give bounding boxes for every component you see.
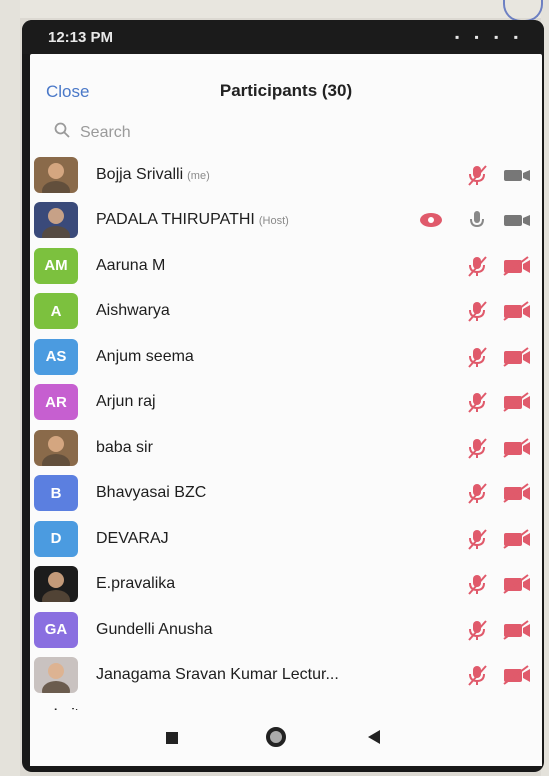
android-nav-bar bbox=[30, 710, 542, 766]
status-bar: 12:13 PM ▪ ▪ ▪ ▪ bbox=[22, 20, 544, 54]
participant-name: baba sir bbox=[96, 438, 153, 456]
mic-muted-icon bbox=[466, 345, 488, 369]
mic-muted-icon bbox=[466, 254, 488, 278]
photo-edge bbox=[0, 0, 549, 18]
participant-name: Anjum seema bbox=[96, 347, 194, 365]
mic-icon bbox=[466, 208, 488, 232]
search-field[interactable]: Search bbox=[54, 122, 131, 143]
participants-screen: Close Participants (30) Search Bojja Sri… bbox=[30, 54, 542, 766]
participant-name: Bhavyasai BZC bbox=[96, 484, 207, 502]
participant-row[interactable]: AS Anjum seema bbox=[30, 334, 542, 380]
participant-row[interactable]: baba sir bbox=[30, 425, 542, 471]
back-button[interactable] bbox=[368, 730, 380, 744]
share-screen-icon bbox=[418, 211, 444, 229]
avatar-photo bbox=[34, 657, 78, 694]
mic-muted-icon bbox=[466, 663, 488, 687]
avatar-photo bbox=[34, 202, 78, 239]
status-time: 12:13 PM bbox=[48, 28, 114, 46]
camera-off-icon bbox=[502, 664, 532, 686]
participant-row[interactable]: Bojja Srivalli (me) bbox=[30, 152, 542, 198]
mic-muted-icon bbox=[466, 299, 488, 323]
avatar-initials: A bbox=[34, 293, 78, 330]
mic-muted-icon bbox=[466, 163, 488, 187]
avatar-photo bbox=[34, 429, 78, 466]
camera-off-icon bbox=[502, 255, 532, 277]
camera-icon bbox=[502, 164, 532, 186]
camera-off-icon bbox=[502, 300, 532, 322]
recents-button[interactable] bbox=[166, 732, 178, 744]
camera-off-icon bbox=[502, 346, 532, 368]
mic-muted-icon bbox=[466, 436, 488, 460]
participant-name: Arjun raj bbox=[96, 393, 156, 411]
participant-tag: (Host) bbox=[258, 215, 289, 228]
participant-row[interactable]: AM Aaruna M bbox=[30, 243, 542, 289]
mic-muted-icon bbox=[466, 527, 488, 551]
mic-muted-icon bbox=[466, 390, 488, 414]
participant-tag: (me) bbox=[187, 169, 210, 182]
participant-row[interactable]: AR Arjun raj bbox=[30, 380, 542, 426]
avatar-initials: AS bbox=[34, 338, 78, 375]
participant-name: PADALA THIRUPATHI (Host) bbox=[96, 211, 289, 229]
avatar-photo bbox=[34, 566, 78, 603]
camera-icon bbox=[502, 209, 532, 231]
camera-off-icon bbox=[502, 573, 532, 595]
photo-edge bbox=[0, 0, 20, 776]
participant-row[interactable]: B Bhavyasai BZC bbox=[30, 471, 542, 517]
participant-name: Aaruna M bbox=[96, 256, 166, 274]
camera-off-icon bbox=[502, 437, 532, 459]
participant-name: DEVARAJ bbox=[96, 529, 169, 547]
avatar-photo bbox=[34, 156, 78, 193]
status-icons: ▪ ▪ ▪ ▪ bbox=[454, 30, 524, 44]
participant-row[interactable]: Janagama Sravan Kumar Lectur... bbox=[30, 653, 542, 699]
participant-name: E.pravalika bbox=[96, 575, 176, 593]
search-input[interactable]: Search bbox=[80, 124, 131, 142]
participant-name: Gundelli Anusha bbox=[96, 620, 213, 638]
participant-row[interactable]: PADALA THIRUPATHI (Host) bbox=[30, 198, 542, 244]
camera-off-icon bbox=[502, 619, 532, 641]
participant-name: Bojja Srivalli (me) bbox=[96, 165, 210, 183]
search-icon bbox=[54, 122, 70, 143]
avatar-initials: AM bbox=[34, 247, 78, 284]
avatar-initials: AR bbox=[34, 384, 78, 421]
page-title: Participants (30) bbox=[219, 81, 353, 100]
stamp-mark bbox=[503, 0, 543, 22]
header: Close Participants (30) Search bbox=[30, 54, 542, 141]
avatar-initials: D bbox=[34, 520, 78, 557]
camera-off-icon bbox=[502, 391, 532, 413]
mic-muted-icon bbox=[466, 572, 488, 596]
participant-row[interactable]: GA Gundelli Anusha bbox=[30, 607, 542, 653]
mic-muted-icon bbox=[466, 481, 488, 505]
participant-row[interactable]: E.pravalika bbox=[30, 562, 542, 608]
participant-name: Janagama Sravan Kumar Lectur... bbox=[96, 666, 339, 684]
avatar-initials: B bbox=[34, 475, 78, 512]
avatar-initials: GA bbox=[34, 611, 78, 648]
phone-frame: 12:13 PM ▪ ▪ ▪ ▪ Close Participants (30)… bbox=[22, 20, 544, 772]
camera-off-icon bbox=[502, 482, 532, 504]
camera-off-icon bbox=[502, 528, 532, 550]
home-button[interactable] bbox=[266, 727, 286, 747]
participant-row[interactable]: D DEVARAJ bbox=[30, 516, 542, 562]
participant-row[interactable]: A Aishwarya bbox=[30, 289, 542, 335]
participant-name: Aishwarya bbox=[96, 302, 170, 320]
participant-list: Bojja Srivalli (me) PADALA THIRUPATHI (Host… bbox=[30, 152, 542, 698]
mic-muted-icon bbox=[466, 618, 488, 642]
